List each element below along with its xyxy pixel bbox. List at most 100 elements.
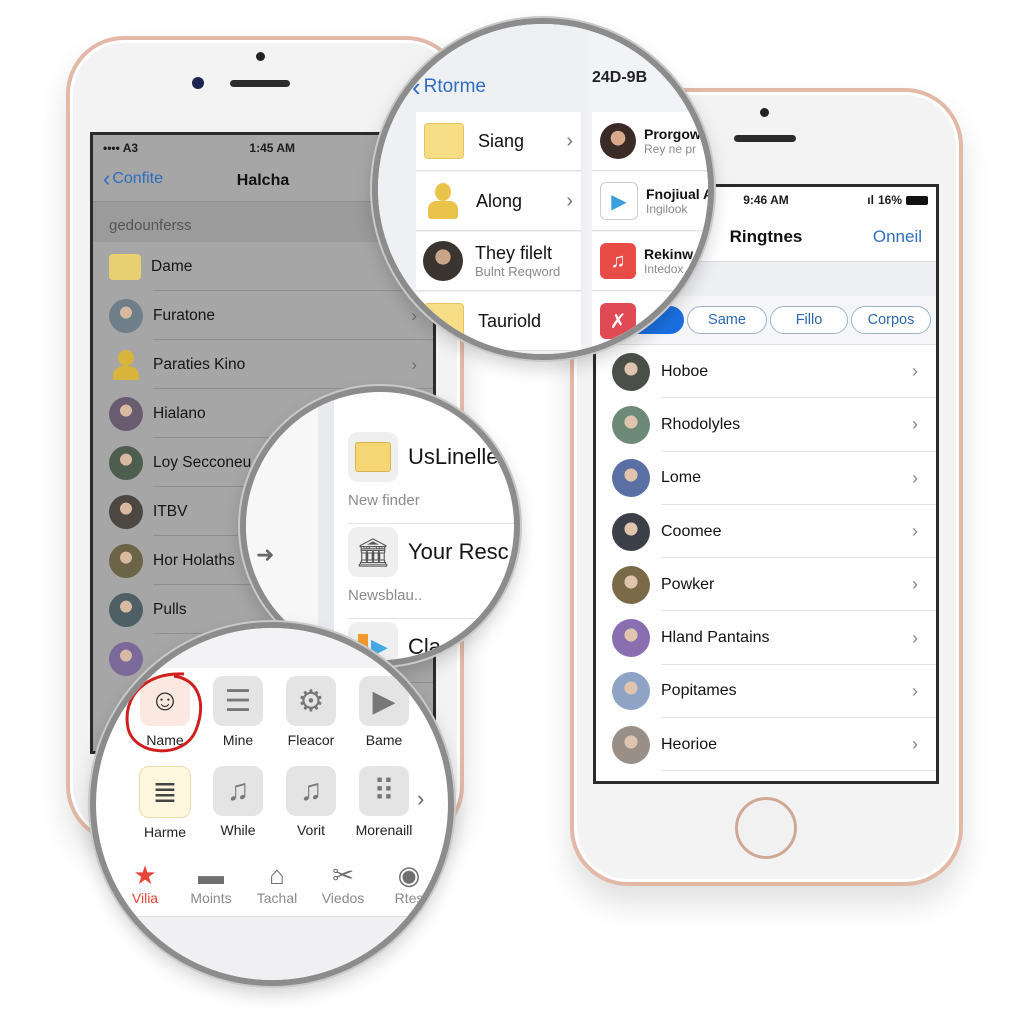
segment-fillo[interactable]: Fillo xyxy=(770,306,848,334)
magnifier-bottom: ☺ Name ☰ Mine ⚙ Fleacor ▶ Bame ≣ Harme ♫ While ♫ Vori… xyxy=(90,622,454,986)
grid-label: Mine xyxy=(222,732,254,748)
list-item[interactable]: They filelt Bulnt Reqword xyxy=(416,232,581,291)
avatar xyxy=(423,241,463,281)
ringtone-row[interactable]: Coomee › xyxy=(596,505,936,559)
grid-item[interactable]: ≣ Harme xyxy=(132,766,198,840)
item-subtitle: Bulnt Reqword xyxy=(475,264,561,279)
avatar xyxy=(612,459,650,498)
grid-label: Bame xyxy=(365,732,403,748)
item-label: Hor Holaths xyxy=(153,551,235,569)
grid-item[interactable]: ⚙ Fleacor xyxy=(278,676,344,748)
grid-item[interactable]: ⠿ Morenaill xyxy=(351,766,417,838)
grid-item[interactable]: ♫ Vorit xyxy=(278,766,344,838)
item-text: Siang xyxy=(478,131,524,152)
grid-item[interactable]: ☰ Mine xyxy=(205,676,271,748)
tab-label: Moints xyxy=(190,890,232,906)
item-label: Furatone xyxy=(153,306,216,324)
tab-moints[interactable]: ▬ Moints xyxy=(180,860,242,906)
item-label: Prorgow xyxy=(644,126,701,142)
tab-label: Viedos xyxy=(321,890,365,906)
item-text: Fnojiual A Ingilook xyxy=(646,186,708,216)
back-button[interactable]: ‹ Rtorme xyxy=(412,72,486,102)
home-button[interactable] xyxy=(735,797,797,859)
gear-icon: ⚙ xyxy=(286,676,336,726)
x-icon: ✗ xyxy=(600,303,636,339)
ringtone-row[interactable]: Lome › xyxy=(596,452,936,505)
list-item[interactable]: ✗ xyxy=(592,292,708,351)
ringtone-label: Coomee xyxy=(661,522,722,540)
ringtone-row[interactable]: Popitames › xyxy=(596,665,936,719)
ringtone-row[interactable]: Powker › xyxy=(596,558,936,612)
item-subtitle: Intedox xyxy=(644,262,684,276)
battery-icon xyxy=(906,195,928,205)
grid-label: Vorit xyxy=(296,822,325,838)
list-item[interactable]: Tauriold xyxy=(416,292,581,351)
ringtone-label: Hland Pantains xyxy=(661,629,770,647)
tab-vilia[interactable]: ★ Vilia xyxy=(114,860,176,906)
tools-icon: ✂ xyxy=(332,860,354,890)
list-item[interactable]: Along › xyxy=(416,172,581,231)
music-icon: ♫ xyxy=(213,766,263,816)
front-camera xyxy=(192,77,204,89)
list-icon: ☰ xyxy=(213,676,263,726)
tab-label: Vilia xyxy=(131,890,159,906)
grid-item[interactable]: ▶ Bame xyxy=(351,676,417,748)
ringtone-row[interactable]: Heorioe › xyxy=(596,718,936,772)
ringtone-list: Hoboe › Rhodolyles › Lome › Coomee › Powker › Hlan… xyxy=(596,345,936,772)
item-text: Prorgow Rey ne pr xyxy=(644,126,701,156)
tab-viedos[interactable]: ✂ Viedos xyxy=(312,860,374,906)
ringtone-label: Rhodolyles xyxy=(661,415,741,433)
tab-tachal[interactable]: ⌂ Tachal xyxy=(246,860,308,906)
magnifier-top: ‹ Rtorme 24D-9B Siang › Along › They filelt B… xyxy=(372,18,714,360)
folder-icon xyxy=(109,253,141,280)
list-item[interactable]: Prorgow Rey ne pr xyxy=(592,112,708,171)
ringtone-row[interactable]: Hland Pantains › xyxy=(596,611,936,665)
red-circle-annotation xyxy=(125,672,203,753)
keypad-icon: ⠿ xyxy=(359,766,409,816)
back-button[interactable]: ‹ Confite xyxy=(103,166,163,191)
list-item[interactable]: Siang › xyxy=(416,112,581,171)
ringtone-label: Heorioe xyxy=(661,735,718,753)
item-text: Tauriold xyxy=(478,311,541,332)
item-text: Rekinw Intedox xyxy=(644,246,693,276)
ringtone-label: Popitames xyxy=(661,682,737,700)
grid-label: Morenaill xyxy=(355,822,413,838)
tab-label: Tachal xyxy=(256,890,298,906)
item-label: Siang xyxy=(478,130,525,151)
ringtone-label: Powker xyxy=(661,575,715,593)
chevron-left-icon: ‹ xyxy=(103,166,111,191)
folder-icon xyxy=(424,303,464,339)
list-item[interactable]: ♫ Rekinw Intedox xyxy=(592,232,708,291)
folder-icon xyxy=(424,123,464,159)
carrier-signal: •••• A3 xyxy=(103,141,139,155)
chevron-right-icon: › xyxy=(912,467,918,488)
item-subtitle: Ingilook xyxy=(646,202,688,216)
battery-percent: 16% xyxy=(877,193,902,207)
item-label: Pulls xyxy=(153,600,187,618)
avatar xyxy=(109,445,143,480)
ringtone-row[interactable]: Rhodolyles › xyxy=(596,398,936,452)
building-icon: 🏛 xyxy=(348,527,398,577)
page-title: Ringtnes xyxy=(729,227,803,246)
list-item[interactable]: 🏛 Your Resc Newsblau.. xyxy=(348,527,514,619)
chevron-left-icon: ‹ xyxy=(412,72,421,102)
list-item[interactable]: ▶ Fnojiual A Ingilook xyxy=(592,172,708,231)
item-label: Loy Secconeu xyxy=(153,453,252,471)
music-icon: ♫ xyxy=(286,766,336,816)
list-item[interactable]: UsLinelle New finder xyxy=(348,432,514,524)
play-icon: ▶ xyxy=(600,182,638,220)
tab-rtes[interactable]: ◉ Rtes xyxy=(378,860,440,906)
avatar xyxy=(109,396,143,431)
person-icon xyxy=(424,181,462,221)
proximity-sensor xyxy=(760,108,769,117)
item-subtitle: Rey ne pr xyxy=(644,142,697,156)
item-subtitle: Newsblau.. xyxy=(348,587,514,619)
segment-corpos[interactable]: Corpos xyxy=(851,306,931,334)
grid-label: Harme xyxy=(143,824,186,840)
nav-action-button[interactable]: Onneil xyxy=(873,227,922,247)
status-time: 1:45 AM xyxy=(249,141,295,155)
item-label: They filelt xyxy=(475,243,553,263)
grid-item[interactable]: ♫ While xyxy=(205,766,271,838)
page-title: Halcha xyxy=(236,172,290,189)
chevron-right-icon[interactable]: › xyxy=(417,786,424,812)
